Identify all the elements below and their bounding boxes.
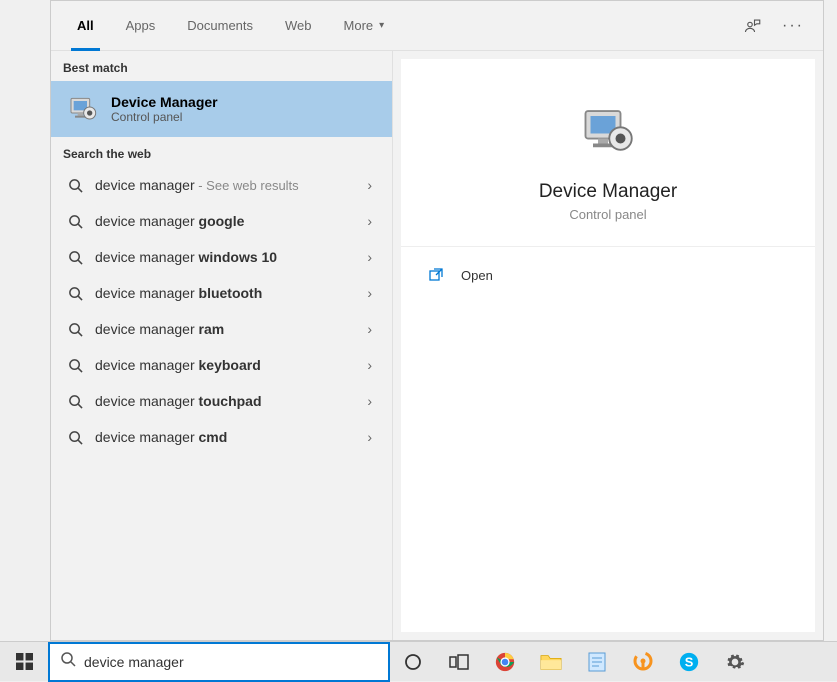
taskbar-app-settings[interactable] bbox=[712, 642, 758, 682]
chevron-right-icon: › bbox=[361, 429, 378, 445]
web-suggestion-text: device manager windows 10 bbox=[95, 249, 361, 265]
gear-icon bbox=[725, 652, 745, 672]
web-suggestion-text: device manager google bbox=[95, 213, 361, 229]
search-icon bbox=[65, 358, 85, 373]
web-suggestion-text: device manager - See web results bbox=[95, 177, 361, 193]
best-match-subtitle: Control panel bbox=[111, 110, 218, 124]
tab-more[interactable]: More ▾ bbox=[328, 1, 401, 51]
web-suggestion-text: device manager touchpad bbox=[95, 393, 361, 409]
section-header-best-match: Best match bbox=[51, 51, 392, 81]
svg-text:S: S bbox=[685, 654, 694, 669]
tab-more-label: More bbox=[344, 18, 374, 33]
result-preview-pane: Device Manager Control panel Open bbox=[401, 59, 815, 632]
preview-subtitle: Control panel bbox=[569, 207, 646, 222]
ellipsis-icon: ··· bbox=[782, 17, 804, 35]
web-suggestion[interactable]: device manager touchpad› bbox=[51, 383, 392, 419]
best-match-result[interactable]: Device Manager Control panel bbox=[51, 81, 392, 137]
windows-logo-icon bbox=[16, 653, 33, 670]
chevron-right-icon: › bbox=[361, 249, 378, 265]
taskview-icon bbox=[449, 654, 469, 670]
chrome-icon bbox=[494, 651, 516, 673]
web-suggestion[interactable]: device manager google› bbox=[51, 203, 392, 239]
search-input[interactable] bbox=[84, 644, 378, 680]
taskbar-app-notepad[interactable] bbox=[574, 642, 620, 682]
web-suggestion[interactable]: device manager windows 10› bbox=[51, 239, 392, 275]
web-suggestion-text: device manager bluetooth bbox=[95, 285, 361, 301]
web-suggestion[interactable]: device manager ram› bbox=[51, 311, 392, 347]
web-suggestion-text: device manager ram bbox=[95, 321, 361, 337]
chevron-right-icon: › bbox=[361, 177, 378, 193]
preview-title: Device Manager bbox=[539, 181, 677, 203]
taskbar-app-skype[interactable]: S bbox=[666, 642, 712, 682]
web-suggestion[interactable]: device manager cmd› bbox=[51, 419, 392, 455]
start-button[interactable] bbox=[0, 642, 48, 682]
taskbar-app-openvpn[interactable] bbox=[620, 642, 666, 682]
search-icon bbox=[60, 651, 76, 672]
taskbar-search-box[interactable] bbox=[48, 642, 390, 682]
best-match-title: Device Manager bbox=[111, 94, 218, 110]
search-icon bbox=[65, 178, 85, 193]
chevron-right-icon: › bbox=[361, 393, 378, 409]
chevron-right-icon: › bbox=[361, 321, 378, 337]
search-icon bbox=[65, 214, 85, 229]
taskbar-cortana[interactable] bbox=[390, 642, 436, 682]
taskbar-app-explorer[interactable] bbox=[528, 642, 574, 682]
web-suggestion[interactable]: device manager bluetooth› bbox=[51, 275, 392, 311]
device-manager-icon bbox=[65, 91, 101, 127]
web-suggestion[interactable]: device manager - See web results› bbox=[51, 167, 392, 203]
tab-web[interactable]: Web bbox=[269, 1, 328, 51]
action-open-label: Open bbox=[461, 268, 493, 283]
feedback-button[interactable] bbox=[733, 6, 773, 46]
notepad-icon bbox=[587, 651, 607, 673]
device-manager-icon-large bbox=[576, 99, 640, 163]
search-filter-tabs: All Apps Documents Web More ▾ ··· bbox=[51, 1, 823, 51]
file-explorer-icon bbox=[540, 652, 562, 672]
section-header-search-web: Search the web bbox=[51, 137, 392, 167]
search-icon bbox=[65, 250, 85, 265]
tab-all[interactable]: All bbox=[61, 1, 110, 51]
search-results-panel: All Apps Documents Web More ▾ ··· Best m… bbox=[50, 0, 824, 641]
search-icon bbox=[65, 286, 85, 301]
action-open[interactable]: Open bbox=[401, 257, 815, 293]
taskbar-taskview[interactable] bbox=[436, 642, 482, 682]
chevron-right-icon: › bbox=[361, 357, 378, 373]
chevron-down-icon: ▾ bbox=[379, 20, 384, 31]
search-results-list: Best match Device Manager Control panel bbox=[51, 51, 393, 640]
preview-header: Device Manager Control panel bbox=[401, 59, 815, 247]
web-suggestion-text: device manager cmd bbox=[95, 429, 361, 445]
best-match-text: Device Manager Control panel bbox=[111, 94, 218, 124]
taskbar: S bbox=[0, 641, 837, 681]
search-main-area: Best match Device Manager Control panel bbox=[51, 51, 823, 640]
cortana-icon bbox=[403, 652, 423, 672]
tab-documents[interactable]: Documents bbox=[171, 1, 269, 51]
preview-actions: Open bbox=[401, 247, 815, 303]
skype-icon: S bbox=[678, 651, 700, 673]
search-icon bbox=[65, 394, 85, 409]
chevron-right-icon: › bbox=[361, 285, 378, 301]
web-suggestion[interactable]: device manager keyboard› bbox=[51, 347, 392, 383]
openvpn-icon bbox=[633, 651, 653, 673]
taskbar-app-chrome[interactable] bbox=[482, 642, 528, 682]
tab-apps[interactable]: Apps bbox=[110, 1, 172, 51]
web-suggestion-text: device manager keyboard bbox=[95, 357, 361, 373]
search-icon bbox=[65, 322, 85, 337]
search-icon bbox=[65, 430, 85, 445]
chevron-right-icon: › bbox=[361, 213, 378, 229]
options-button[interactable]: ··· bbox=[773, 6, 813, 46]
open-icon bbox=[427, 267, 445, 283]
person-feedback-icon bbox=[744, 17, 762, 35]
